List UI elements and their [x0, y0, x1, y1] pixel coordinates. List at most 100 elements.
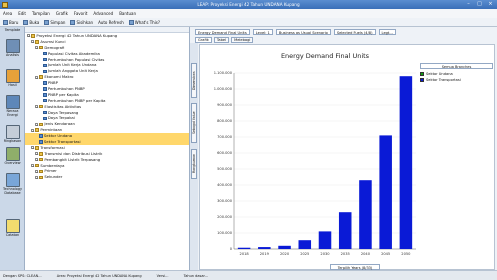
window-title: LEAP: Proyeksi Energi 42 Tahun UNDANA Ku… [197, 2, 300, 7]
expand-toggle-icon[interactable]: − [31, 128, 35, 132]
sidebar-item-energy-balance[interactable]: Neraca Energi [2, 95, 23, 121]
folder-icon [31, 34, 36, 38]
new-icon [3, 19, 8, 25]
folder-icon [39, 75, 44, 79]
bar-1-2018 [237, 247, 251, 249]
item-icon [43, 93, 47, 97]
expand-toggle-icon[interactable]: − [31, 40, 35, 44]
expand-toggle-icon[interactable]: − [35, 152, 39, 156]
legend-item-sektor-undana[interactable]: Sektor Undana [420, 71, 495, 76]
expand-toggle-icon[interactable]: − [35, 46, 39, 50]
set-aside-icon [70, 19, 76, 25]
sidebar-item-results[interactable]: Hasil [2, 69, 23, 95]
x-tick-label: 2035 [341, 252, 350, 256]
x-tick-label: 2045 [381, 252, 390, 256]
expand-toggle-icon[interactable]: − [31, 146, 35, 150]
sidebar-item-technology-database[interactable]: Technology Database [2, 173, 23, 203]
bar-1-2035 [338, 212, 352, 249]
item-icon [43, 116, 47, 121]
y-tick-label: 900.000 [217, 103, 233, 107]
level-dropdown[interactable]: Level: 1 [252, 28, 273, 35]
set-aside-button[interactable]: Sisihkan [70, 19, 93, 25]
sidebar-item-analysis[interactable]: Analisis [2, 39, 23, 65]
branches-dropdown[interactable]: Semua Branches [420, 63, 493, 69]
menu-favorit[interactable]: Favorit [74, 11, 88, 16]
save-button[interactable]: Simpan [44, 19, 65, 25]
tab-table[interactable]: Tabel [213, 37, 230, 43]
expand-toggle-icon[interactable]: − [35, 175, 39, 179]
menu-tampilan[interactable]: Tampilan [32, 11, 50, 16]
y-tick-label: 1.000.000 [214, 87, 233, 91]
expand-toggle-icon[interactable]: − [35, 169, 39, 173]
item-icon [43, 81, 47, 85]
variable-dropdown[interactable]: Energy Demand Final Units [195, 28, 250, 35]
open-icon [23, 19, 29, 25]
tree-row[interactable]: − Sekunder [25, 174, 189, 180]
y-tick-label: 400.000 [217, 183, 233, 187]
expand-toggle-icon[interactable]: − [35, 122, 39, 126]
results-icon [5, 69, 20, 83]
maximize-button[interactable]: □ [475, 1, 484, 7]
status-bar: Dengan SPS: CLEAN... Area: Proyeksi Ener… [0, 270, 497, 280]
y-tick-label: 700.000 [217, 135, 233, 139]
sidebar-item-notes[interactable]: Catatan [2, 219, 23, 245]
left-strip: Dimensions Sebagai Value Rangkuman [190, 43, 198, 270]
bar-1-2020 [278, 245, 291, 249]
scenario-dropdown[interactable]: Business as Usual Scenario [275, 28, 331, 35]
close-button[interactable]: × [486, 1, 495, 7]
folder-icon [35, 40, 40, 44]
y-tick-label: 200.000 [217, 215, 233, 219]
menu-grafik[interactable]: Grafik [56, 11, 68, 16]
view-sidebar: Template Analisis Hasil Neraca Energi Ri… [0, 27, 25, 270]
folder-icon [39, 175, 44, 180]
legend-swatch [420, 71, 424, 76]
energy-balance-icon [5, 95, 20, 109]
y-tick-label: 600.000 [217, 151, 233, 155]
folder-icon [39, 104, 44, 109]
folder-icon [39, 157, 44, 162]
item-icon [39, 134, 43, 138]
chart-title: Energy Demand Final Units [281, 52, 370, 60]
value-button[interactable]: Sebagai Value [191, 103, 197, 143]
menu-edit[interactable]: Edit [18, 11, 26, 16]
x-tick-label: 2040 [361, 252, 371, 256]
bar-1-2019 [258, 247, 271, 249]
item-icon [43, 98, 47, 103]
expand-toggle-icon[interactable]: − [35, 158, 39, 162]
y-tick-label: 100.000 [217, 231, 233, 235]
menu-area[interactable]: Area [3, 11, 12, 16]
whats-this-button[interactable]: What's This? [128, 19, 160, 25]
sidebar-item-overview[interactable]: Overview [2, 147, 23, 173]
sidebar-item-template[interactable]: Template [2, 28, 23, 36]
dimensions-button[interactable]: Dimensions [191, 63, 197, 98]
analysis-icon [5, 39, 20, 53]
auto-refresh-button[interactable]: Auto Refresh [98, 20, 124, 25]
summary-strip-button[interactable]: Rangkuman [191, 149, 197, 179]
x-tick-label: 2050 [401, 252, 411, 256]
legend-dropdown[interactable]: Legt... [378, 28, 396, 35]
tree-rows: − Proyeksi Energi 42 Tahun UNDANA Kupang −… [25, 33, 189, 180]
help-icon [128, 19, 134, 25]
fuels-dropdown[interactable]: Selected Fuels (4/8) [333, 28, 376, 35]
expand-toggle-icon[interactable]: − [35, 105, 39, 109]
tab-melebagi[interactable]: Melebagi [231, 37, 254, 43]
new-button[interactable]: Baru [3, 19, 18, 25]
expand-toggle-icon[interactable]: − [27, 34, 31, 38]
open-button[interactable]: Buka [23, 19, 39, 25]
expand-toggle-icon[interactable]: − [31, 164, 35, 168]
minimize-button[interactable]: – [464, 1, 473, 7]
item-icon [43, 57, 47, 62]
menu-advanced[interactable]: Advanced [93, 11, 113, 16]
overview-icon [5, 147, 20, 161]
expand-toggle-icon[interactable]: − [35, 75, 39, 79]
summary-icon [5, 125, 20, 139]
view-tabs: Grafik Tabel Melebagi [190, 36, 497, 43]
legend-item-sektor-transportasi[interactable]: Sektor Transportasi [420, 78, 495, 82]
y-tick-label: 800.000 [217, 119, 233, 123]
item-icon [43, 69, 47, 74]
item-icon [43, 87, 47, 91]
menu-bantuan[interactable]: Bantuan [119, 11, 136, 16]
folder-icon [39, 45, 44, 50]
x-tick-label: 2020 [280, 252, 290, 256]
notes-icon [5, 219, 20, 233]
